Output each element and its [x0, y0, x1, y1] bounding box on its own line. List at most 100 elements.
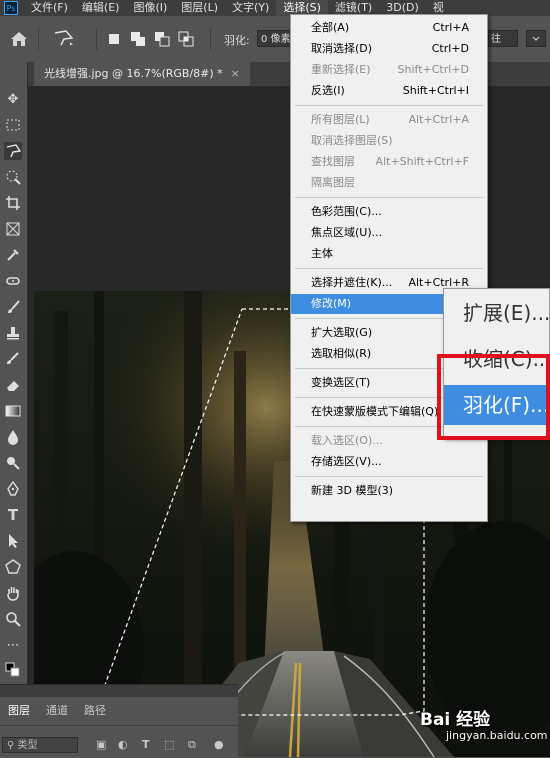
tab-paths[interactable]: 路径 — [76, 697, 114, 725]
menu-item-label: 新建 3D 模型(3) — [311, 484, 394, 497]
menu-4[interactable]: 文字(Y) — [225, 0, 276, 16]
tab-channels[interactable]: 通道 — [38, 697, 76, 725]
type-tool-icon[interactable]: T — [4, 506, 22, 524]
menu-1[interactable]: 编辑(E) — [75, 0, 127, 16]
quick-selection-tool-icon[interactable] — [4, 168, 22, 186]
lasso-tool-icon[interactable] — [4, 142, 22, 160]
add-to-selection-icon[interactable] — [130, 31, 146, 47]
crop-tool-icon[interactable] — [4, 194, 22, 212]
home-icon[interactable] — [9, 30, 29, 48]
menu-item[interactable]: 主体 — [291, 244, 487, 264]
chevron-down-icon — [532, 36, 540, 41]
menu-item-shortcut: Shift+Ctrl+I — [402, 84, 469, 97]
gradient-tool-icon[interactable] — [4, 402, 22, 420]
intersect-selection-icon[interactable] — [178, 31, 194, 47]
path-selection-tool-icon[interactable] — [4, 532, 22, 550]
menu-item-shortcut: Ctrl+A — [432, 21, 469, 34]
menu-item: 隔离图层 — [291, 173, 487, 193]
zoom-tool-icon[interactable] — [4, 610, 22, 628]
marquee-tool-icon[interactable] — [4, 116, 22, 134]
menu-item-label: 所有图层(L) — [311, 113, 370, 126]
brush-tool-icon[interactable] — [4, 298, 22, 316]
filter-toggle-icon[interactable]: ● — [214, 738, 224, 751]
move-tool-icon[interactable]: ✥ — [4, 90, 22, 108]
options-right-field[interactable]: 往 — [488, 30, 518, 47]
menu-0[interactable]: 文件(F) — [24, 0, 75, 16]
menu-item-label: 查找图层 — [311, 155, 355, 168]
options-divider — [38, 28, 39, 50]
close-icon[interactable]: × — [231, 67, 240, 80]
options-divider — [96, 28, 97, 50]
panel-tabs: 图层 通道 路径 — [0, 697, 238, 726]
menu-item: 所有图层(L) Alt+Ctrl+A — [291, 110, 487, 130]
search-icon: ⚲ — [7, 740, 18, 751]
menu-item[interactable]: 全部(A) Ctrl+A — [291, 18, 487, 38]
dodge-tool-icon[interactable] — [4, 454, 22, 472]
menu-separator — [295, 268, 483, 269]
pen-tool-icon[interactable] — [4, 480, 22, 498]
type-filter-icon[interactable]: T — [142, 738, 150, 751]
layer-filter-value: 类型 — [17, 740, 38, 751]
eyedropper-tool-icon[interactable] — [4, 246, 22, 264]
tab-layers[interactable]: 图层 — [0, 697, 38, 725]
blur-tool-icon[interactable] — [4, 428, 22, 446]
more-tools-icon[interactable]: ⋯ — [4, 636, 22, 654]
menu-item-label: 选取相似(R) — [311, 347, 372, 360]
feather-label: 羽化: — [224, 34, 250, 47]
menu-item-label: 隔离图层 — [311, 176, 355, 189]
eraser-tool-icon[interactable] — [4, 376, 22, 394]
menu-item: 重新选择(E) Shift+Ctrl+D — [291, 60, 487, 80]
menu-item-shortcut: Alt+Ctrl+A — [408, 113, 469, 126]
smart-object-filter-icon[interactable]: ⧉ — [188, 738, 196, 752]
watermark-url: jingyan.baidu.com — [446, 729, 548, 742]
pixel-filter-icon[interactable]: ▣ — [96, 738, 106, 751]
menu-item: 取消选择图层(S) — [291, 131, 487, 151]
menu-item-shortcut: Alt+Shift+Ctrl+F — [375, 155, 469, 168]
options-right-dropdown[interactable] — [526, 30, 546, 47]
menu-separator — [295, 197, 483, 198]
layer-filter-select[interactable]: ⚲ 类型 — [2, 737, 78, 753]
menu-2[interactable]: 图像(I) — [126, 0, 174, 16]
color-swatches-icon[interactable] — [4, 660, 22, 678]
menu-item-label: 变换选区(T) — [311, 376, 371, 389]
layers-panel: 图层 通道 路径 ⚲ 类型 ▣ ◐ T ⬚ ⧉ ● — [0, 684, 238, 758]
panel-header — [0, 685, 238, 697]
menu-item-label: 焦点区域(U)... — [311, 226, 383, 239]
document-tab[interactable]: 光线增强.jpg @ 16.7%(RGB/8#) * × — [34, 62, 250, 86]
adjustment-filter-icon[interactable]: ◐ — [118, 738, 128, 751]
menu-item[interactable]: 取消选择(D) Ctrl+D — [291, 39, 487, 59]
shape-tool-icon[interactable] — [4, 558, 22, 576]
healing-brush-tool-icon[interactable] — [4, 272, 22, 290]
menu-item-shortcut: Ctrl+D — [431, 42, 469, 55]
menu-separator — [295, 105, 483, 106]
document-tab-title: 光线增强.jpg @ 16.7%(RGB/8#) * — [44, 67, 223, 80]
annotation-highlight-box — [437, 354, 550, 440]
submenu-item[interactable]: 扩展(E)... — [444, 293, 550, 333]
shape-filter-icon[interactable]: ⬚ — [164, 738, 174, 751]
clone-stamp-tool-icon[interactable] — [4, 324, 22, 342]
polygonal-lasso-icon[interactable] — [52, 29, 76, 49]
select-menu-dropdown: 全部(A) Ctrl+A 取消选择(D) Ctrl+D 重新选择(E) Shift+Ctr… — [290, 14, 488, 522]
menu-item[interactable]: 新建 3D 模型(3) — [291, 481, 487, 501]
menu-item[interactable]: 焦点区域(U)... — [291, 223, 487, 243]
menu-item[interactable]: 存储选区(V)... — [291, 452, 487, 472]
menu-item-label: 存储选区(V)... — [311, 455, 382, 468]
new-selection-icon[interactable] — [106, 31, 122, 47]
history-brush-tool-icon[interactable] — [4, 350, 22, 368]
menu-item-label: 重新选择(E) — [311, 63, 371, 76]
frame-tool-icon[interactable] — [4, 220, 22, 238]
menu-item-label: 在快速蒙版模式下编辑(Q) — [311, 405, 439, 418]
menu-item-label: 色彩范围(C)... — [311, 205, 382, 218]
menu-item[interactable]: 反选(I) Shift+Ctrl+I — [291, 81, 487, 101]
menu-3[interactable]: 图层(L) — [174, 0, 225, 16]
subtract-from-selection-icon[interactable] — [154, 31, 170, 47]
baidu-watermark: Bai 经验 jingyan.baidu.com — [420, 705, 548, 747]
menu-item-label: 扩大选取(G) — [311, 326, 373, 339]
feather-input[interactable]: 0 像素 — [257, 30, 293, 47]
menu-item-label: 选择并遮住(K)... — [311, 276, 393, 289]
hand-tool-icon[interactable] — [4, 584, 22, 602]
menu-item[interactable]: 色彩范围(C)... — [291, 202, 487, 222]
menu-item-label: 主体 — [311, 247, 333, 260]
watermark-logo: Bai 经验 — [420, 710, 491, 730]
menu-item: 查找图层 Alt+Shift+Ctrl+F — [291, 152, 487, 172]
